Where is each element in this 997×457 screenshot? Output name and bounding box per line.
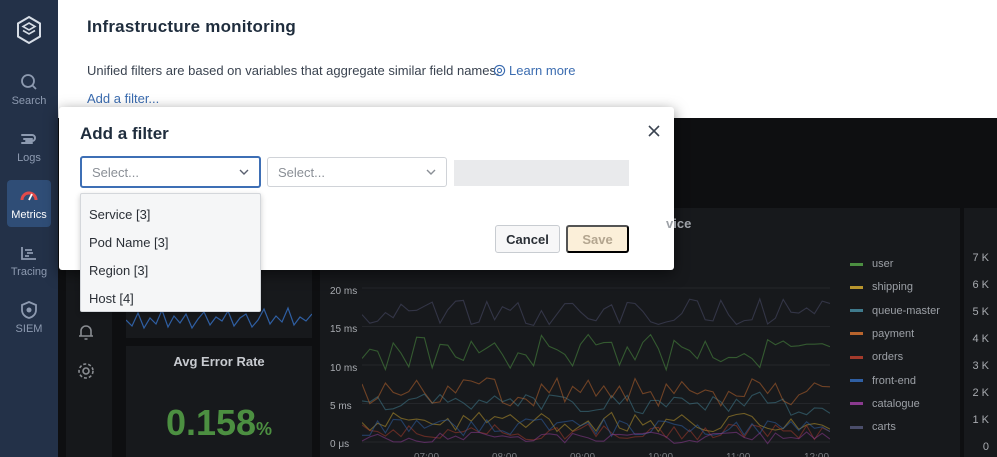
nav-label-search: Search (11, 95, 47, 107)
error-rate-value: 0.158% (126, 402, 312, 444)
legend-label: catalogue (872, 397, 920, 410)
learn-more-label: Learn more (509, 63, 576, 78)
latency-x-tick: 12:00 (804, 452, 829, 457)
latency-y-tick: 0 μs (330, 439, 350, 450)
dialog-title: Add a filter (80, 124, 169, 143)
close-icon[interactable] (648, 125, 660, 137)
nav-item-search[interactable]: Search (7, 66, 51, 113)
error-rate-number: 0.158 (165, 402, 257, 443)
latency-y-tick: 15 ms (330, 324, 358, 335)
legend-swatch (850, 355, 863, 359)
bell-icon[interactable] (76, 322, 96, 342)
operator-select[interactable]: Select... (267, 157, 447, 187)
option-host[interactable]: Host [4] (89, 291, 134, 306)
right-y-tick: 2 K (972, 387, 989, 399)
filter-value-input[interactable] (454, 160, 629, 186)
nav-item-metrics[interactable]: Metrics (7, 180, 51, 227)
logs-icon (21, 134, 36, 144)
legend-swatch (850, 285, 863, 289)
option-region[interactable]: Region [3] (89, 263, 148, 278)
nav-item-tracing[interactable]: Tracing (7, 237, 51, 284)
legend-swatch (850, 379, 863, 382)
app-logo-icon[interactable] (13, 14, 45, 46)
legend-item[interactable]: front-end (850, 375, 916, 387)
latency-y-tick: 5 ms (330, 401, 352, 412)
field-select-placeholder: Select... (92, 164, 139, 180)
nav-label-siem: SIEM (15, 323, 43, 335)
nav-item-logs[interactable]: Logs (7, 123, 51, 170)
search-icon (21, 74, 37, 90)
legend-swatch (850, 332, 863, 336)
legend-swatch (850, 309, 863, 313)
siem-icon (21, 301, 37, 319)
legend-item[interactable]: catalogue (850, 398, 920, 410)
field-select-menu: Service [3] Pod Name [3] Region [3] Host… (80, 193, 261, 312)
learn-more-link[interactable]: Learn more (493, 63, 575, 78)
legend-label: front-end (872, 374, 917, 387)
legend-item[interactable]: queue-master (850, 305, 940, 317)
save-button[interactable]: Save (566, 225, 629, 253)
add-filter-link[interactable]: Add a filter... (87, 91, 159, 106)
legend-label: carts (872, 421, 896, 434)
latency-y-tick: 20 ms (330, 286, 358, 297)
cancel-button[interactable]: Cancel (495, 225, 560, 253)
error-rate-unit: % (256, 419, 273, 439)
app-root: Search Logs Metrics Tracing SIEM Avg Err… (0, 0, 997, 457)
chevron-down-icon (426, 169, 436, 175)
page-header: Infrastructure monitoring Unified filter… (58, 0, 997, 118)
chevron-down-icon (239, 169, 249, 175)
option-pod-name[interactable]: Pod Name [3] (89, 235, 169, 250)
latency-panel-title: vice (666, 216, 692, 231)
error-rate-panel: Avg Error Rate 0.158% (126, 346, 312, 457)
right-y-tick: 0 (982, 441, 989, 453)
gear-icon[interactable] (76, 361, 96, 381)
legend-label: payment (872, 327, 915, 340)
nav-item-siem[interactable]: SIEM (7, 294, 51, 341)
help-icon (493, 64, 506, 77)
latency-chart (362, 287, 830, 445)
page-title: Infrastructure monitoring (87, 17, 297, 36)
metrics-icon (20, 191, 38, 201)
latency-x-tick: 10:00 (648, 452, 673, 457)
latency-x-tick: 08:00 (492, 452, 517, 457)
legend-label: shipping (872, 281, 913, 294)
latency-x-tick: 09:00 (570, 452, 595, 457)
field-select[interactable]: Select... (80, 156, 261, 188)
error-rate-title: Avg Error Rate (173, 354, 265, 369)
latency-x-tick: 07:00 (414, 452, 439, 457)
right-y-tick: 4 K (972, 333, 989, 345)
operator-select-placeholder: Select... (278, 164, 325, 180)
left-nav: Search Logs Metrics Tracing SIEM (0, 0, 58, 457)
right-y-tick: 3 K (972, 360, 989, 372)
right-y-tick: 1 K (972, 414, 989, 426)
legend-swatch (850, 425, 863, 429)
nav-label-logs: Logs (17, 152, 41, 164)
nav-label-metrics: Metrics (11, 209, 47, 221)
right-y-tick: 5 K (972, 306, 989, 318)
latency-x-tick: 11:00 (726, 452, 750, 457)
legend-item[interactable]: payment (850, 328, 914, 340)
option-service[interactable]: Service [3] (89, 207, 150, 222)
legend-label: queue-master (872, 304, 940, 317)
legend-swatch (850, 402, 863, 406)
legend-item[interactable]: shipping (850, 281, 913, 293)
legend-item[interactable]: user (850, 258, 893, 270)
latency-y-tick: 10 ms (330, 363, 358, 374)
filters-info-text: Unified filters are based on variables t… (87, 63, 500, 78)
right-y-tick: 6 K (972, 279, 989, 291)
legend-swatch (850, 262, 863, 266)
legend-label: user (872, 258, 894, 270)
latency-series-line (362, 423, 830, 441)
latency-series-line (362, 297, 830, 327)
tracing-icon (21, 247, 36, 260)
right-y-tick: 7 K (972, 252, 989, 264)
legend-item[interactable]: carts (850, 421, 896, 433)
legend-label: orders (872, 351, 904, 364)
nav-label-tracing: Tracing (10, 266, 48, 278)
legend-item[interactable]: orders (850, 351, 903, 363)
latency-series-line (362, 411, 830, 433)
